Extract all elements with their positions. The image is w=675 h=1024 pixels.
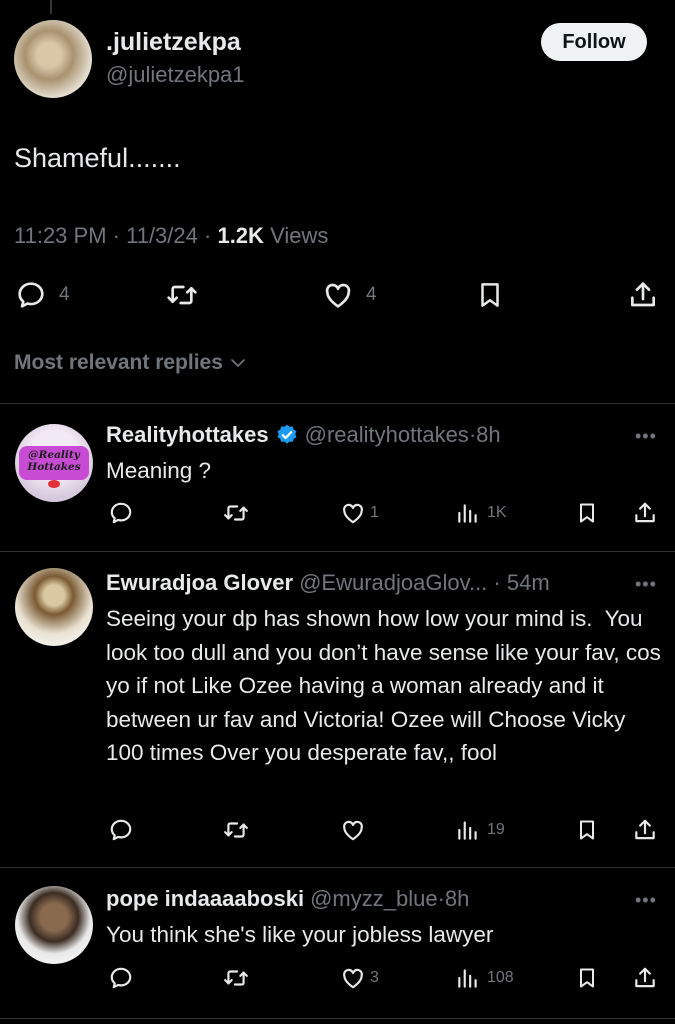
like-button[interactable]: 3 <box>340 965 379 991</box>
bookmark-button[interactable] <box>575 500 599 526</box>
repost-button[interactable] <box>222 500 250 526</box>
author-handle[interactable]: @julietzekpa1 <box>106 62 245 88</box>
repost-icon <box>224 505 248 521</box>
tweet-time[interactable]: 11:23 PM <box>14 223 107 248</box>
reply-item[interactable]: Ewuradjoa Glover @EwuradjoaGlov... · 54m… <box>0 552 675 866</box>
reply-header: Ewuradjoa Glover @EwuradjoaGlov... · 54m <box>106 570 550 596</box>
like-count: 1 <box>370 504 379 521</box>
views-icon <box>458 504 477 523</box>
tweet-text: Shameful....... <box>14 143 181 173</box>
reply-button[interactable] <box>108 965 134 991</box>
share-icon <box>635 967 655 988</box>
bookmark-button[interactable] <box>575 965 599 991</box>
share-button[interactable] <box>627 279 659 311</box>
avatar[interactable] <box>14 20 92 98</box>
share-icon <box>631 282 655 307</box>
reply-author-handle[interactable]: @realityhottakes <box>305 422 469 448</box>
like-count: 4 <box>366 284 377 305</box>
more-icon[interactable]: ••• <box>635 574 657 595</box>
reply-author-handle[interactable]: @EwuradjoaGlov... <box>299 570 487 596</box>
repost-button[interactable] <box>165 279 199 311</box>
bookmark-button[interactable] <box>475 279 505 311</box>
bookmark-icon <box>580 503 594 523</box>
reply-author-handle[interactable]: @myzz_blue <box>310 886 438 912</box>
reply-text: Meaning ? <box>106 458 212 483</box>
reply-text: Seeing your dp has shown how low your mi… <box>106 606 668 765</box>
reply-header: Realityhottakes @realityhottakes · 8h <box>106 422 501 448</box>
avatar[interactable] <box>15 568 93 646</box>
tweet-meta: 11:23 PM · 11/3/24 · 1.2K Views <box>14 223 329 248</box>
share-button[interactable] <box>632 500 658 526</box>
sort-replies-dropdown[interactable]: Most relevant replies <box>14 351 247 375</box>
views-icon <box>458 969 477 988</box>
reply-time[interactable]: 8h <box>445 886 469 912</box>
reply-button[interactable] <box>108 500 134 526</box>
share-button[interactable] <box>632 965 658 991</box>
reply-item[interactable]: @Reality Hottakes Realityhottakes @reali… <box>0 404 675 550</box>
repost-icon <box>224 822 248 838</box>
like-icon <box>343 968 363 989</box>
like-icon <box>343 820 363 841</box>
repost-button[interactable] <box>222 965 250 991</box>
like-icon <box>343 503 363 524</box>
like-button[interactable]: 1 <box>340 500 379 526</box>
like-button[interactable]: 4 <box>322 279 377 311</box>
reply-author-name[interactable]: Realityhottakes <box>106 422 269 448</box>
views-count: 108 <box>487 969 514 986</box>
author-name[interactable]: .julietzekpa <box>106 28 241 57</box>
repost-button[interactable] <box>222 817 250 843</box>
main-tweet: .julietzekpa @julietzekpa1 Follow Shamef… <box>0 0 675 400</box>
reply-time[interactable]: 54m <box>507 570 550 596</box>
share-icon <box>635 502 655 523</box>
avatar-logo-text: @Reality Hottakes <box>27 449 81 473</box>
like-count: 3 <box>370 969 379 986</box>
reply-icon <box>110 502 132 524</box>
like-button[interactable] <box>340 817 366 843</box>
avatar[interactable]: @Reality Hottakes <box>15 424 93 502</box>
views-icon <box>458 821 477 840</box>
views-count: 1.2K <box>217 223 264 248</box>
reply-item[interactable]: pope indaaaaboski @myzz_blue · 8h ••• Yo… <box>0 868 675 1018</box>
views-button[interactable]: 1K <box>455 500 507 526</box>
tweet-actions: 4 4 <box>0 275 675 315</box>
reply-actions: 19 <box>0 817 675 847</box>
divider <box>0 1018 675 1019</box>
sort-label: Most relevant replies <box>14 351 223 374</box>
bookmark-icon <box>580 820 594 840</box>
more-icon[interactable]: ••• <box>635 890 657 911</box>
reply-button[interactable] <box>108 817 134 843</box>
repost-icon <box>224 970 248 986</box>
views-label: Views <box>270 223 329 248</box>
like-icon <box>325 283 351 308</box>
reply-actions: 1 1K <box>0 500 675 530</box>
bookmark-icon <box>580 968 594 988</box>
share-icon <box>635 819 655 840</box>
chevron-down-icon <box>231 359 245 367</box>
reply-icon <box>18 282 44 308</box>
reply-actions: 3 108 <box>0 965 675 995</box>
more-icon[interactable]: ••• <box>635 426 657 447</box>
reply-button[interactable]: 4 <box>15 279 70 311</box>
bookmark-button[interactable] <box>575 817 599 843</box>
views-count: 19 <box>487 821 505 838</box>
reply-time[interactable]: 8h <box>476 422 500 448</box>
reply-icon <box>110 967 132 989</box>
reply-icon <box>110 819 132 841</box>
reply-author-name[interactable]: Ewuradjoa Glover <box>106 570 293 596</box>
follow-button[interactable]: Follow <box>541 23 647 61</box>
reply-author-name[interactable]: pope indaaaaboski <box>106 886 304 912</box>
tweet-date[interactable]: 11/3/24 <box>126 223 198 248</box>
verified-icon <box>275 423 299 447</box>
bookmark-icon <box>481 283 499 307</box>
reply-text: You think she's like your jobless lawyer <box>106 922 494 947</box>
repost-icon <box>167 285 197 305</box>
avatar[interactable] <box>15 886 93 964</box>
views-button[interactable]: 108 <box>455 965 514 991</box>
views-button[interactable]: 19 <box>455 817 505 843</box>
reply-count: 4 <box>59 284 70 305</box>
views-count: 1K <box>487 504 507 521</box>
share-button[interactable] <box>632 817 658 843</box>
reply-header: pope indaaaaboski @myzz_blue · 8h <box>106 886 470 912</box>
